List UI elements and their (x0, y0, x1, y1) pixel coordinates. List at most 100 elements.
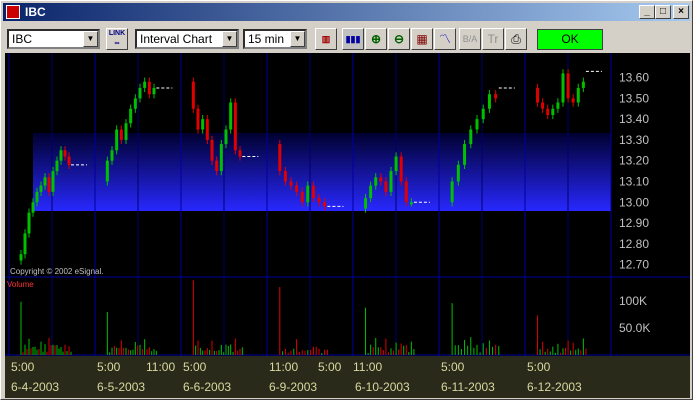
close-button[interactable]: × (673, 5, 689, 19)
candle-body (138, 87, 142, 99)
candle-body (404, 181, 408, 203)
volume-profile-band (33, 133, 611, 211)
date-tick-label: 6-11-2003 (441, 380, 495, 394)
date-tick-label: 6-5-2003 (97, 380, 145, 394)
ok-status-button[interactable]: OK (537, 29, 603, 50)
volume-label: Volume (7, 280, 34, 289)
time-tick-label: 5:00 (183, 360, 207, 374)
candle-body (35, 191, 39, 203)
candle-body (300, 191, 304, 203)
volume-tick-label: 100K (619, 294, 647, 308)
candle-body (379, 177, 383, 182)
candle-body (233, 102, 237, 151)
candle-body (105, 160, 109, 182)
maximize-button[interactable]: □ (655, 5, 671, 19)
price-tick-label: 13.50 (619, 91, 649, 105)
time-tick-label: 5:00 (318, 360, 342, 374)
candle-body (201, 119, 205, 130)
print-icon[interactable]: ⎙ (505, 28, 527, 50)
candle-body (196, 108, 200, 130)
chevron-down-icon[interactable]: ▼ (83, 31, 98, 47)
volume-bars-icon[interactable]: ▮▮▮ (342, 28, 364, 50)
candle-body (205, 119, 209, 140)
candle-body (581, 81, 585, 88)
indicators-icon[interactable]: 〽 (434, 28, 456, 50)
candle-body (129, 108, 133, 124)
candle-body (394, 156, 398, 172)
candle-body (389, 171, 393, 192)
chevron-down-icon[interactable]: ▼ (222, 31, 237, 47)
candle-body (27, 212, 31, 234)
candle-body (191, 81, 195, 109)
candle-body (450, 181, 454, 203)
price-tick-label: 13.40 (619, 112, 649, 126)
candle-body (110, 150, 114, 161)
candle-body (481, 108, 485, 120)
link-button[interactable]: LINK ∞ (106, 28, 128, 50)
date-tick-label: 6-10-2003 (355, 380, 410, 394)
chevron-down-icon[interactable]: ▼ (290, 31, 305, 47)
candle-body (456, 164, 460, 182)
candle-body (384, 181, 388, 192)
candle-body (311, 185, 315, 199)
title-bar[interactable]: IBC _ □ × (3, 3, 690, 21)
zoom-out-icon[interactable]: ⊖ (388, 28, 410, 50)
candle-body (124, 123, 128, 140)
candle-body (295, 185, 299, 192)
candle-body (67, 156, 71, 165)
candle-body (152, 87, 156, 95)
esignal-window: IBC _ □ × IBC ▼ LINK ∞ Interval Chart ▼ 1… (0, 0, 693, 400)
candle-body (229, 102, 233, 130)
candle-body (494, 94, 498, 99)
chart-type-combo[interactable]: Interval Chart ▼ (135, 29, 239, 49)
candle-body (215, 160, 219, 172)
toolbar: IBC ▼ LINK ∞ Interval Chart ▼ 15 min ▼ ▥ … (3, 23, 690, 53)
candle-body (210, 139, 214, 161)
symbol-combo[interactable]: IBC ▼ (7, 29, 100, 49)
date-tick-label: 6-4-2003 (11, 380, 59, 394)
price-tick-label: 12.70 (619, 258, 649, 272)
calendar-icon[interactable]: ▦ (411, 28, 433, 50)
chart-type-value: Interval Chart (140, 32, 213, 46)
chart-area[interactable]: 13.60 13.50 13.40 13.30 13.20 13.10 13.00 12.90… (5, 53, 690, 398)
trades-icon[interactable]: Tr (482, 28, 504, 50)
candle-body (283, 171, 287, 182)
interval-value: 15 min (248, 32, 285, 46)
candle-body (143, 81, 147, 88)
candle-body (278, 144, 282, 172)
candle-body (19, 254, 23, 261)
candle-body (399, 156, 403, 182)
time-tick-label: 5:00 (441, 360, 465, 374)
candle-body (561, 73, 565, 103)
price-tick-label: 12.80 (619, 237, 649, 251)
price-tick-label: 12.90 (619, 216, 649, 230)
date-tick-label: 6-12-2003 (527, 380, 582, 394)
candle-body (47, 177, 51, 192)
candle-body (463, 144, 467, 165)
window-title: IBC (25, 5, 46, 19)
price-tick-label: 13.00 (619, 195, 649, 209)
candle-body (219, 144, 223, 172)
volume-bars (20, 280, 587, 355)
volume-tick-label: 50.0K (619, 321, 650, 335)
candle-body (364, 198, 368, 209)
bid-ask-icon[interactable]: B/A (459, 28, 481, 50)
candle-body (39, 185, 43, 192)
candle-body (566, 73, 570, 99)
candle-body (115, 129, 119, 151)
interval-combo[interactable]: 15 min ▼ (243, 29, 307, 49)
bar-style-icon[interactable]: ▥ (315, 28, 337, 50)
price-chart[interactable]: 13.60 13.50 13.40 13.30 13.20 13.10 13.00 12.90… (5, 53, 690, 398)
price-tick-label: 13.60 (619, 71, 649, 85)
minimize-button[interactable]: _ (639, 5, 655, 19)
date-tick-label: 6-9-2003 (269, 380, 317, 394)
date-tick-label: 6-6-2003 (183, 380, 231, 394)
time-tick-label: 5:00 (97, 360, 121, 374)
candle-body (51, 171, 55, 192)
zoom-in-icon[interactable]: ⊕ (365, 28, 387, 50)
candle-body (317, 198, 321, 203)
candle-body (536, 87, 540, 103)
candle-body (289, 181, 293, 186)
candle-body (323, 202, 327, 207)
candle-body (475, 119, 479, 130)
